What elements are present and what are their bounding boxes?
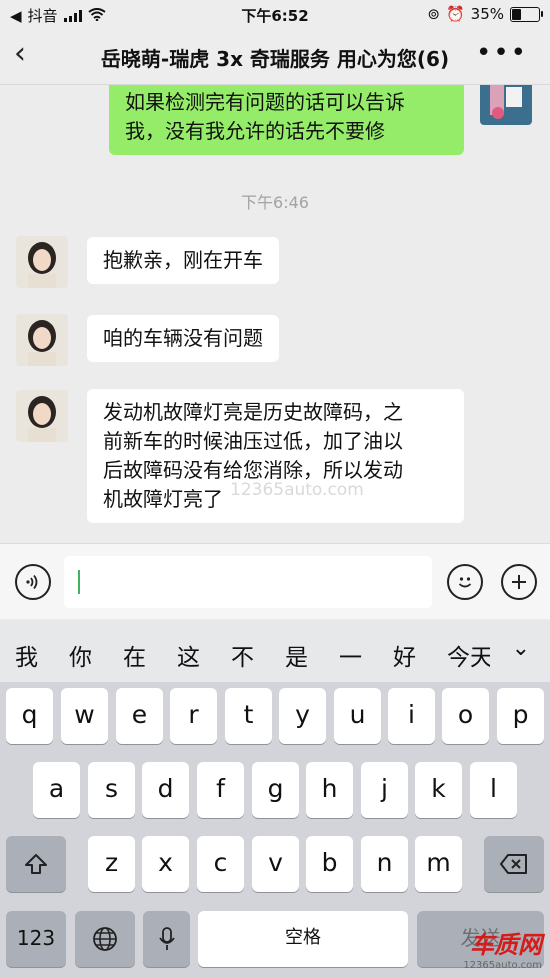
key[interactable]: z: [88, 836, 135, 892]
logo-url: 12365auto.com: [463, 960, 542, 971]
key[interactable]: f: [197, 762, 244, 818]
key[interactable]: t: [225, 688, 272, 744]
avatar-me[interactable]: [480, 85, 532, 125]
candidate-word[interactable]: 今天: [447, 638, 490, 672]
key[interactable]: s: [88, 762, 135, 818]
candidate-word[interactable]: 不: [231, 638, 254, 672]
input-bar: [0, 543, 550, 619]
text-caret: [78, 570, 80, 594]
delete-key-icon[interactable]: [484, 836, 544, 892]
message-bubble-incoming[interactable]: 发动机故障灯亮是历史故障码，之 前新车的时候油压过低，加了油以 后故障码没有给您…: [87, 389, 464, 523]
candidate-word[interactable]: 你: [69, 638, 92, 672]
status-bar: ◀ 抖音 下午6:52 ⊚ ⏰ 35%: [0, 0, 550, 28]
key[interactable]: q: [6, 688, 53, 744]
key[interactable]: n: [361, 836, 408, 892]
logo-name: 车质网: [470, 931, 542, 959]
candidate-word[interactable]: 在: [123, 638, 146, 672]
watermark: 12365auto.com: [230, 480, 364, 500]
key[interactable]: e: [116, 688, 163, 744]
candidate-word[interactable]: 一: [339, 638, 362, 672]
key[interactable]: u: [334, 688, 381, 744]
message-bubble-outgoing[interactable]: 如果检测完有问题的话可以告诉 我，没有我允许的话先不要修: [109, 85, 464, 155]
candidate-word[interactable]: 这: [177, 638, 200, 672]
plus-icon[interactable]: [501, 564, 537, 600]
key[interactable]: i: [388, 688, 435, 744]
chevron-down-icon[interactable]: ⌄: [512, 636, 530, 661]
chevron-left-icon[interactable]: ‹: [14, 38, 26, 70]
rotation-lock-icon: ⊚: [427, 5, 440, 23]
key[interactable]: h: [306, 762, 353, 818]
keyboard: q w e r t y u i o p a s d f g h j k l z …: [0, 682, 550, 977]
message-line: 如果检测完有问题的话可以告诉: [125, 90, 405, 114]
numbers-key[interactable]: 123: [6, 911, 66, 967]
timestamp: 下午6:46: [241, 193, 309, 212]
key[interactable]: d: [142, 762, 189, 818]
key[interactable]: c: [197, 836, 244, 892]
battery-icon: [510, 6, 543, 22]
chat-title: 岳晓萌-瑞虎 3x 奇瑞服务 用心为您(6): [100, 47, 450, 71]
voice-icon[interactable]: [15, 564, 51, 600]
key[interactable]: b: [306, 836, 353, 892]
key[interactable]: j: [361, 762, 408, 818]
more-dots-icon[interactable]: •••: [476, 38, 528, 68]
message-line: 发动机故障灯亮是历史故障码，之: [103, 400, 403, 424]
globe-icon[interactable]: [75, 911, 135, 967]
key[interactable]: g: [252, 762, 299, 818]
key[interactable]: a: [33, 762, 80, 818]
candidate-word[interactable]: 好: [393, 638, 416, 672]
candidate-bar: 我 你 在 这 不 是 一 好 今天 ⌄: [0, 620, 550, 682]
battery-percent: 35%: [470, 5, 504, 23]
avatar-contact[interactable]: [16, 236, 68, 288]
microphone-icon[interactable]: [143, 911, 190, 967]
key[interactable]: p: [497, 688, 544, 744]
alarm-icon: ⏰: [445, 5, 465, 23]
avatar-contact[interactable]: [16, 314, 68, 366]
message-text: 咱的车辆没有问题: [103, 326, 263, 350]
avatar-contact[interactable]: [16, 390, 68, 442]
shift-key-icon[interactable]: [6, 836, 66, 892]
key[interactable]: w: [61, 688, 108, 744]
message-list[interactable]: 如果检测完有问题的话可以告诉 我，没有我允许的话先不要修 下午6:46 抱歉亲，…: [0, 85, 550, 543]
candidate-word[interactable]: 是: [285, 638, 308, 672]
space-key[interactable]: 空格: [198, 911, 408, 967]
key[interactable]: r: [170, 688, 217, 744]
message-line: 我，没有我允许的话先不要修: [125, 119, 385, 143]
key[interactable]: o: [442, 688, 489, 744]
key[interactable]: v: [252, 836, 299, 892]
chat-header: ‹ 岳晓萌-瑞虎 3x 奇瑞服务 用心为您(6) •••: [0, 28, 550, 85]
message-bubble-incoming[interactable]: 抱歉亲，刚在开车: [87, 237, 279, 284]
key[interactable]: l: [470, 762, 517, 818]
key[interactable]: x: [142, 836, 189, 892]
key[interactable]: y: [279, 688, 326, 744]
message-bubble-incoming[interactable]: 咱的车辆没有问题: [87, 315, 279, 362]
key[interactable]: k: [415, 762, 462, 818]
emoji-icon[interactable]: [447, 564, 483, 600]
key[interactable]: m: [415, 836, 462, 892]
message-line: 前新车的时候油压过低，加了油以: [103, 429, 403, 453]
message-input[interactable]: [64, 556, 432, 608]
site-logo: 车质网 12365auto.com: [463, 925, 542, 971]
candidate-word[interactable]: 我: [15, 638, 38, 672]
message-text: 抱歉亲，刚在开车: [103, 248, 263, 272]
